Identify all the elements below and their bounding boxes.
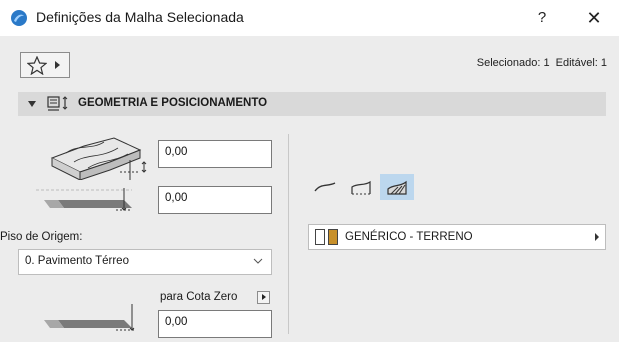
selected-count: Selecionado: 1 xyxy=(476,57,550,69)
archicad-app-icon xyxy=(11,10,27,26)
surface-material-selector[interactable]: GENÉRICO - TERRENO xyxy=(308,224,606,250)
title-bar: Definições da Malha Selecionada ? ✕ xyxy=(0,0,619,36)
surface-only-icon xyxy=(314,182,336,192)
help-button[interactable]: ? xyxy=(532,8,552,28)
mesh-bottom-offset-illustration xyxy=(36,188,132,211)
star-icon xyxy=(27,56,47,75)
surface-material-name: GENÉRICO - TERRENO xyxy=(345,231,473,243)
favorites-button[interactable] xyxy=(20,52,70,78)
solid-body-button[interactable] xyxy=(380,174,414,200)
material-swatch-brown xyxy=(328,229,338,245)
zero-level-options-button[interactable] xyxy=(257,291,270,304)
top-and-sides-icon xyxy=(351,180,371,195)
selection-info: Selecionado: 1 Editável: 1 xyxy=(474,57,607,69)
mesh-top-offset-illustration xyxy=(50,137,147,180)
bottom-offset-field[interactable]: 0,00 xyxy=(158,186,272,214)
editable-count: Editável: 1 xyxy=(555,57,607,69)
section-header[interactable]: GEOMETRIA E POSICIONAMENTO xyxy=(18,92,606,116)
mesh-geometry-icon xyxy=(47,96,68,111)
top-and-sides-button[interactable] xyxy=(344,174,378,200)
origin-story-select[interactable]: 0. Pavimento Térreo xyxy=(18,249,272,275)
collapse-triangle-icon[interactable] xyxy=(28,101,36,107)
window-title: Definições da Malha Selecionada xyxy=(36,9,244,25)
column-divider xyxy=(288,134,289,334)
solid-body-icon xyxy=(387,180,407,195)
zero-level-label: para Cota Zero xyxy=(160,291,238,303)
mesh-zero-level-illustration xyxy=(44,304,136,331)
material-swatch-white xyxy=(315,229,325,245)
settings-panel: Selecionado: 1 Editável: 1 GEOMETRIA E P… xyxy=(0,36,619,342)
origin-story-label: Piso de Origem: xyxy=(0,231,83,243)
section-title: GEOMETRIA E POSICIONAMENTO xyxy=(78,97,268,109)
top-offset-field[interactable]: 0,00 xyxy=(158,140,272,168)
surface-only-button[interactable] xyxy=(308,174,342,200)
close-button[interactable]: ✕ xyxy=(582,6,606,30)
origin-story-value: 0. Pavimento Térreo xyxy=(25,255,129,267)
chevron-down-icon xyxy=(253,258,263,264)
chevron-right-icon xyxy=(595,233,599,241)
zero-level-field[interactable]: 0,00 xyxy=(158,310,272,338)
chevron-right-icon xyxy=(55,61,60,69)
